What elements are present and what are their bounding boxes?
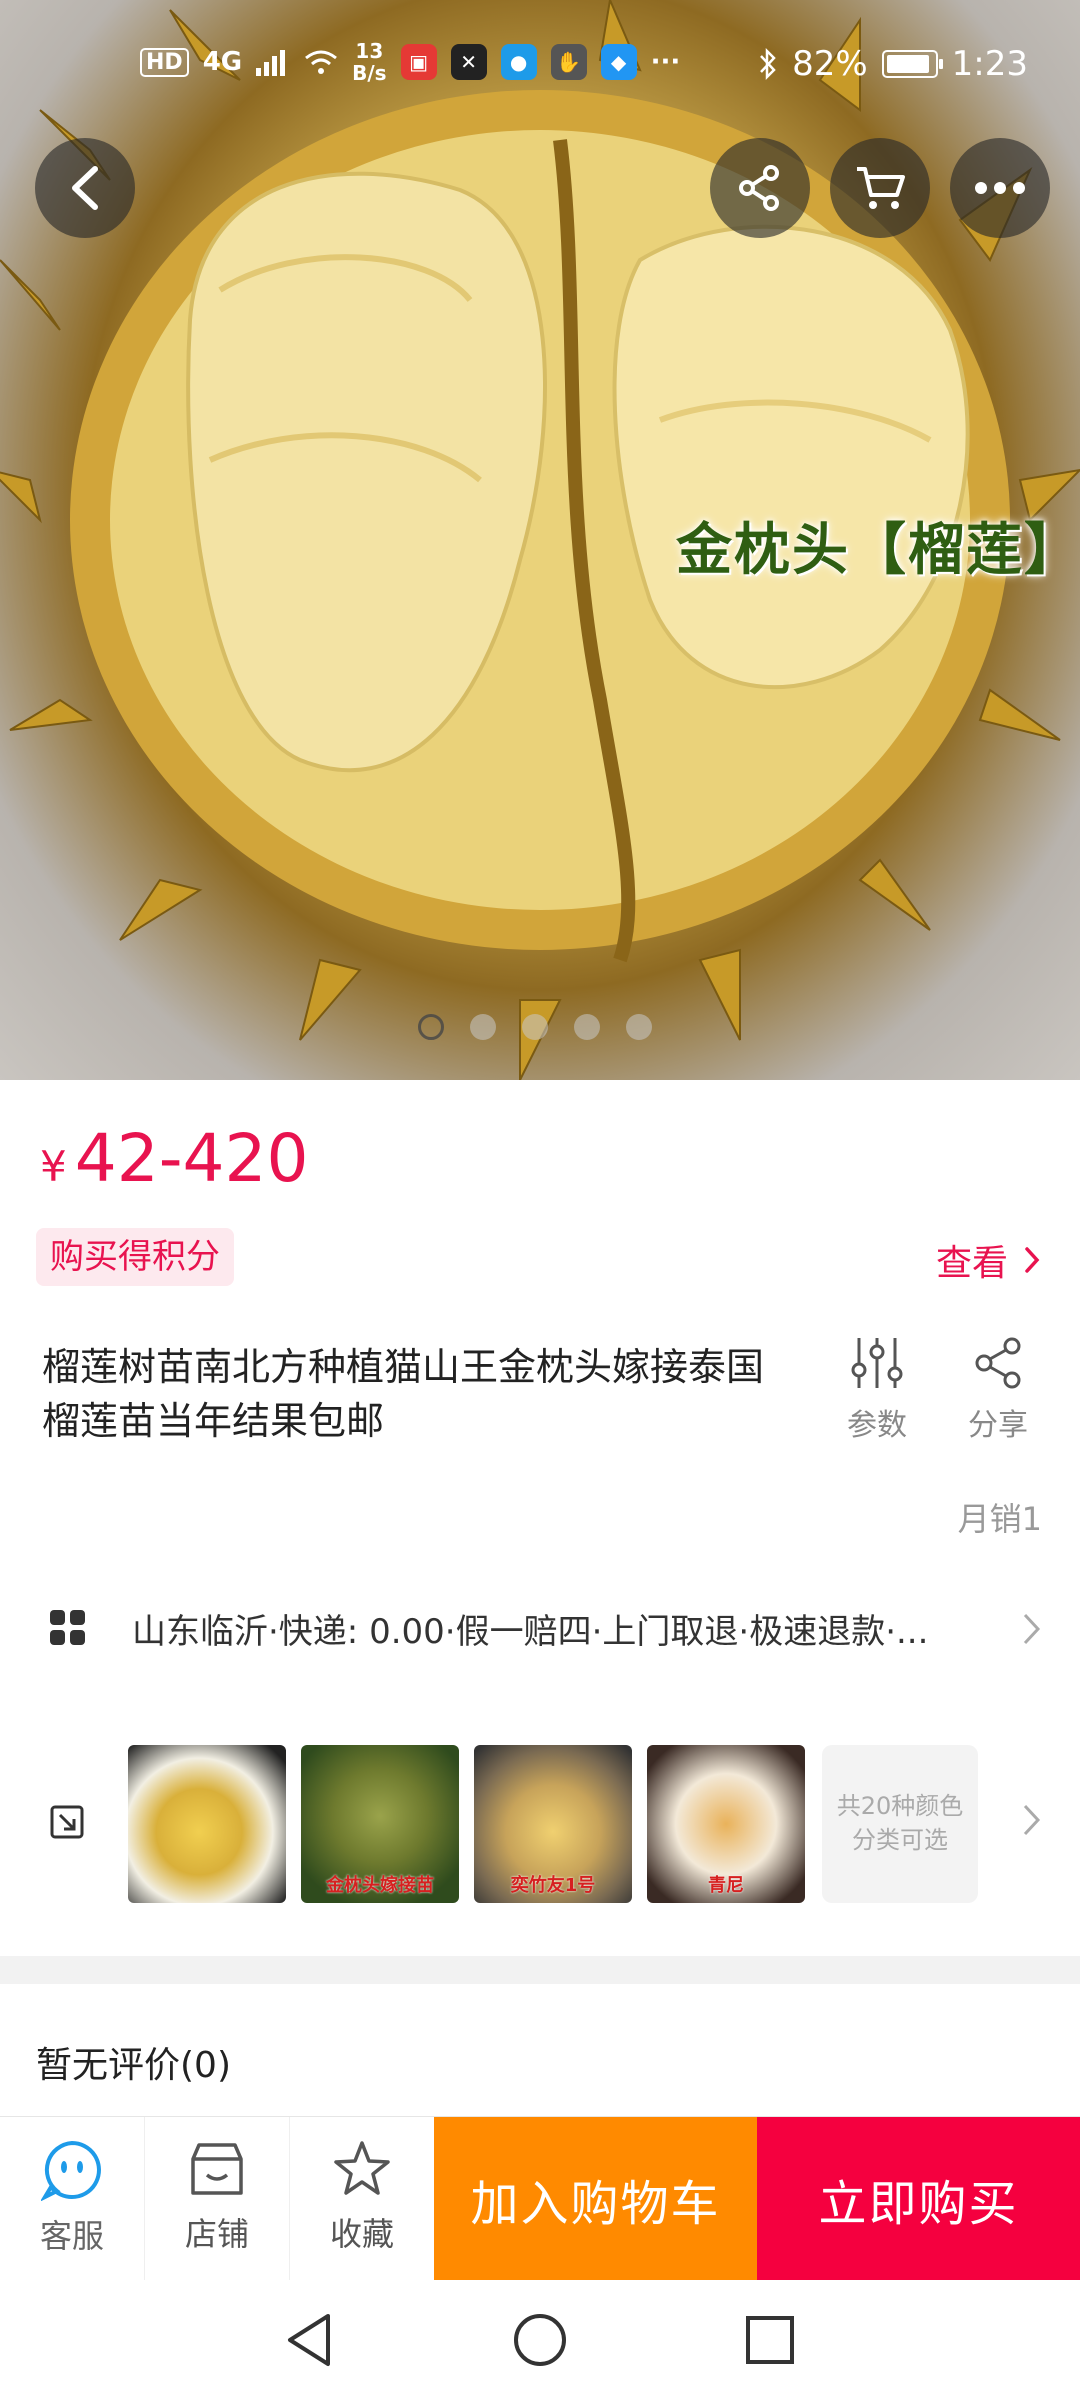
- hand-app-icon: ✋: [550, 44, 587, 80]
- params-button[interactable]: 参数: [832, 1336, 922, 1444]
- variant-label: 金枕头嫁接苗: [326, 1875, 434, 1896]
- delivery-info: 山东临沂·快递: 0.00·假一赔四·上门取退·极速退款·...: [132, 1612, 929, 1652]
- signal-icon: [256, 50, 286, 76]
- star-icon: [334, 2141, 390, 2195]
- more-button[interactable]: [950, 138, 1050, 238]
- browser-app-icon: ◆: [600, 44, 637, 80]
- carousel-dot[interactable]: [626, 1014, 652, 1040]
- nav-recents-icon[interactable]: [740, 2310, 800, 2370]
- more-icon: [975, 182, 1025, 194]
- nav-home-icon[interactable]: [510, 2310, 570, 2370]
- chevron-right-icon: [1023, 1804, 1041, 1836]
- more-variants-box[interactable]: 共20种颜色 分类可选: [822, 1745, 978, 1903]
- variant-label: 青尼: [708, 1875, 744, 1896]
- price-value: 42-420: [74, 1120, 309, 1197]
- carousel-dot[interactable]: [522, 1014, 548, 1040]
- shop-label: 店铺: [184, 2215, 249, 2253]
- bottom-action-bar: 客服 店铺 收藏 加入购物车 立即购买: [0, 2116, 1080, 2281]
- view-link-label: 查看: [935, 1243, 1008, 1284]
- more-notifications: ···: [650, 47, 681, 77]
- carousel-dot[interactable]: [418, 1014, 444, 1040]
- reviews-header[interactable]: 暂无评价(0): [36, 2036, 231, 2088]
- nav-back-icon[interactable]: [280, 2310, 340, 2370]
- carousel-indicator: [418, 1014, 652, 1040]
- back-button[interactable]: [35, 138, 135, 238]
- variant-selector[interactable]: 金枕头嫁接苗 奕竹友1号 青尼 共20种颜色 分类可选: [0, 1745, 1080, 1905]
- points-badge: 购买得积分: [36, 1228, 234, 1286]
- battery-icon: [881, 50, 943, 78]
- variant-thumbnail[interactable]: 金枕头嫁接苗: [301, 1745, 459, 1903]
- system-navigation-bar: [0, 2280, 1080, 2400]
- bulb-app-icon: ●: [500, 44, 537, 80]
- shop-icon: [191, 2143, 243, 2195]
- select-variant-icon: [50, 1805, 84, 1839]
- chevron-right-icon: [1025, 1247, 1040, 1273]
- price: ¥ 42-420: [40, 1120, 309, 1197]
- monthly-sales: 月销1: [957, 1500, 1042, 1538]
- back-icon: [72, 166, 98, 210]
- share-label: 分享: [968, 1408, 1028, 1443]
- speed-value: 13: [355, 39, 384, 63]
- image-caption: 金枕头【榴莲】: [676, 518, 1080, 583]
- share-product-button[interactable]: 分享: [953, 1336, 1043, 1444]
- section-divider: [0, 1956, 1080, 1984]
- cart-icon: [857, 167, 905, 209]
- delivery-row[interactable]: 山东临沂·快递: 0.00·假一赔四·上门取退·极速退款·...: [0, 1584, 1080, 1672]
- share-button[interactable]: [710, 138, 810, 238]
- network-speed: 13 B/s: [352, 40, 386, 84]
- view-points-link[interactable]: 查看: [936, 1234, 1040, 1286]
- variant-label: 奕竹友1号: [510, 1875, 596, 1896]
- capcut-icon: ✕: [450, 44, 487, 80]
- clock: 1:23: [951, 44, 1028, 84]
- bluetooth-icon: [760, 47, 776, 81]
- params-label: 参数: [847, 1408, 907, 1443]
- network-type: 4G: [202, 47, 243, 77]
- favorite-label: 收藏: [329, 2215, 394, 2253]
- buy-now-button[interactable]: 立即购买: [757, 2117, 1080, 2281]
- cart-button[interactable]: [830, 138, 930, 238]
- status-bar: HD 4G 13 B/s ▣ ✕ ● ✋ ◆ ··· 82% 1:23: [0, 0, 1080, 130]
- carousel-dot[interactable]: [574, 1014, 600, 1040]
- shop-button[interactable]: 店铺: [145, 2117, 290, 2281]
- carousel-dot[interactable]: [470, 1014, 496, 1040]
- app-notification-icon: ▣: [400, 44, 437, 80]
- wifi-icon: [305, 50, 338, 74]
- speed-unit: B/s: [352, 61, 387, 85]
- product-title: 榴莲树苗南北方种植猫山王金枕头嫁接泰国榴莲苗当年结果包邮: [42, 1345, 765, 1443]
- chat-bubble-icon: [41, 2140, 101, 2201]
- sliders-icon: [851, 1338, 903, 1388]
- chevron-right-icon: [1023, 1613, 1041, 1645]
- share-icon: [739, 165, 779, 211]
- favorite-button[interactable]: 收藏: [290, 2117, 435, 2281]
- variant-thumbnail[interactable]: 青尼: [647, 1745, 805, 1903]
- hd-indicator: HD: [140, 47, 189, 77]
- currency-symbol: ¥: [40, 1142, 67, 1191]
- service-label: 客服: [39, 2217, 104, 2255]
- more-variants-line1: 共20种颜色: [836, 1792, 964, 1820]
- customer-service-button[interactable]: 客服: [0, 2117, 145, 2281]
- battery-percent: 82%: [792, 44, 868, 84]
- variant-thumbnail[interactable]: 奕竹友1号: [474, 1745, 632, 1903]
- grid-icon: [50, 1610, 85, 1645]
- variant-thumbnail[interactable]: [128, 1745, 286, 1903]
- add-to-cart-button[interactable]: 加入购物车: [434, 2117, 757, 2281]
- share-icon: [975, 1337, 1021, 1389]
- more-variants-line2: 分类可选: [852, 1826, 948, 1854]
